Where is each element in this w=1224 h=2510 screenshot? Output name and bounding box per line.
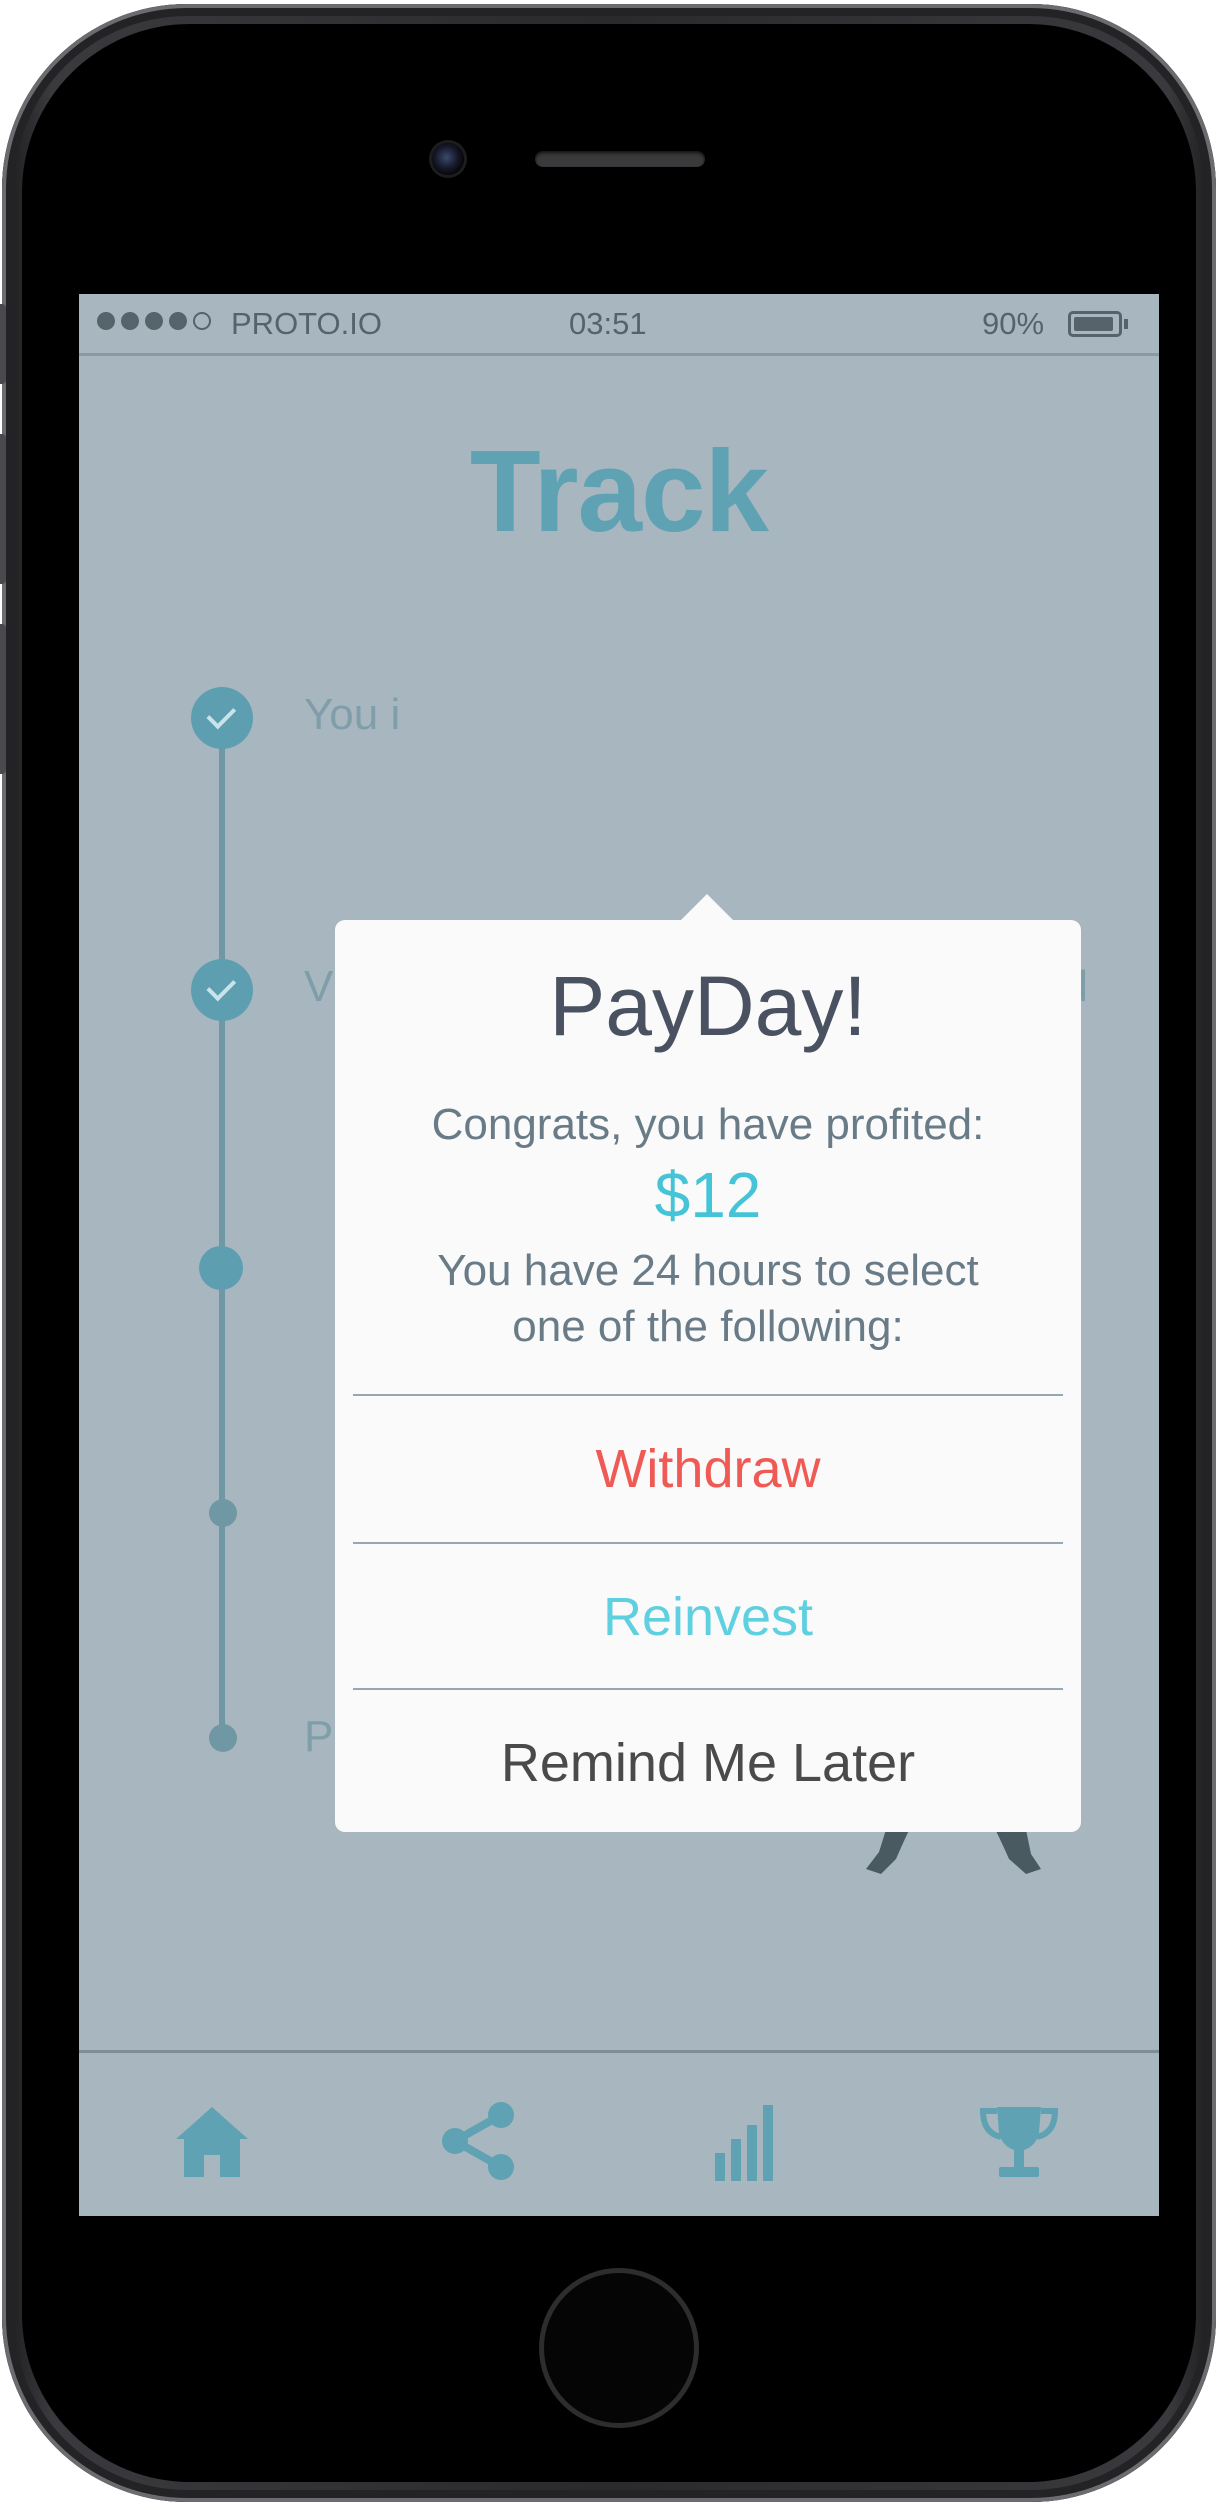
profit-amount: $12 <box>654 1159 762 1231</box>
page-title: Track <box>469 426 769 556</box>
timeline-check-icon <box>191 959 253 1021</box>
status-bar: PROTO.IO 03:51 90% <box>79 294 1159 356</box>
dialog-title: PayDay! <box>549 959 867 1053</box>
front-camera <box>432 143 464 175</box>
home-button[interactable] <box>539 2268 699 2428</box>
signal-strength-icon <box>97 312 211 330</box>
timeline-line <box>219 714 225 1734</box>
timeline-check-icon <box>191 687 253 749</box>
tab-bar <box>79 2050 1159 2216</box>
battery-percentage: 90% <box>982 306 1045 341</box>
app-screen: PROTO.IO 03:51 90% Track You i V ed Payd… <box>79 294 1159 2216</box>
dialog-instruction-line-1: You have 24 hours to select <box>437 1246 979 1295</box>
timeline-node <box>209 1499 237 1527</box>
timeline-current-node <box>199 1246 243 1290</box>
remind-me-later-button[interactable]: Remind Me Later <box>335 1690 1081 1836</box>
volume-down-button <box>0 624 6 774</box>
payday-dialog: PayDay! Congrats, you have profited: $12… <box>335 894 1081 1832</box>
bar-chart-icon[interactable] <box>709 2101 789 2181</box>
battery-icon <box>1068 311 1122 337</box>
status-time: 03:51 <box>569 306 647 341</box>
timeline-label: You i <box>304 690 401 739</box>
volume-up-button <box>0 434 6 584</box>
home-icon[interactable] <box>172 2101 252 2181</box>
share-icon[interactable] <box>439 2101 519 2181</box>
mute-switch <box>0 304 6 384</box>
carrier-name: PROTO.IO <box>231 306 383 341</box>
reinvest-button[interactable]: Reinvest <box>335 1544 1081 1690</box>
timeline-label: V <box>304 962 334 1011</box>
withdraw-button[interactable]: Withdraw <box>335 1396 1081 1542</box>
earpiece-speaker <box>535 151 705 167</box>
trophy-icon[interactable] <box>979 2101 1059 2181</box>
timeline-node <box>209 1724 237 1752</box>
phone-frame: PROTO.IO 03:51 90% Track You i V ed Payd… <box>0 4 1216 2502</box>
dialog-message: Congrats, you have profited: <box>431 1100 985 1149</box>
dialog-instruction-line-2: one of the following: <box>512 1302 904 1351</box>
